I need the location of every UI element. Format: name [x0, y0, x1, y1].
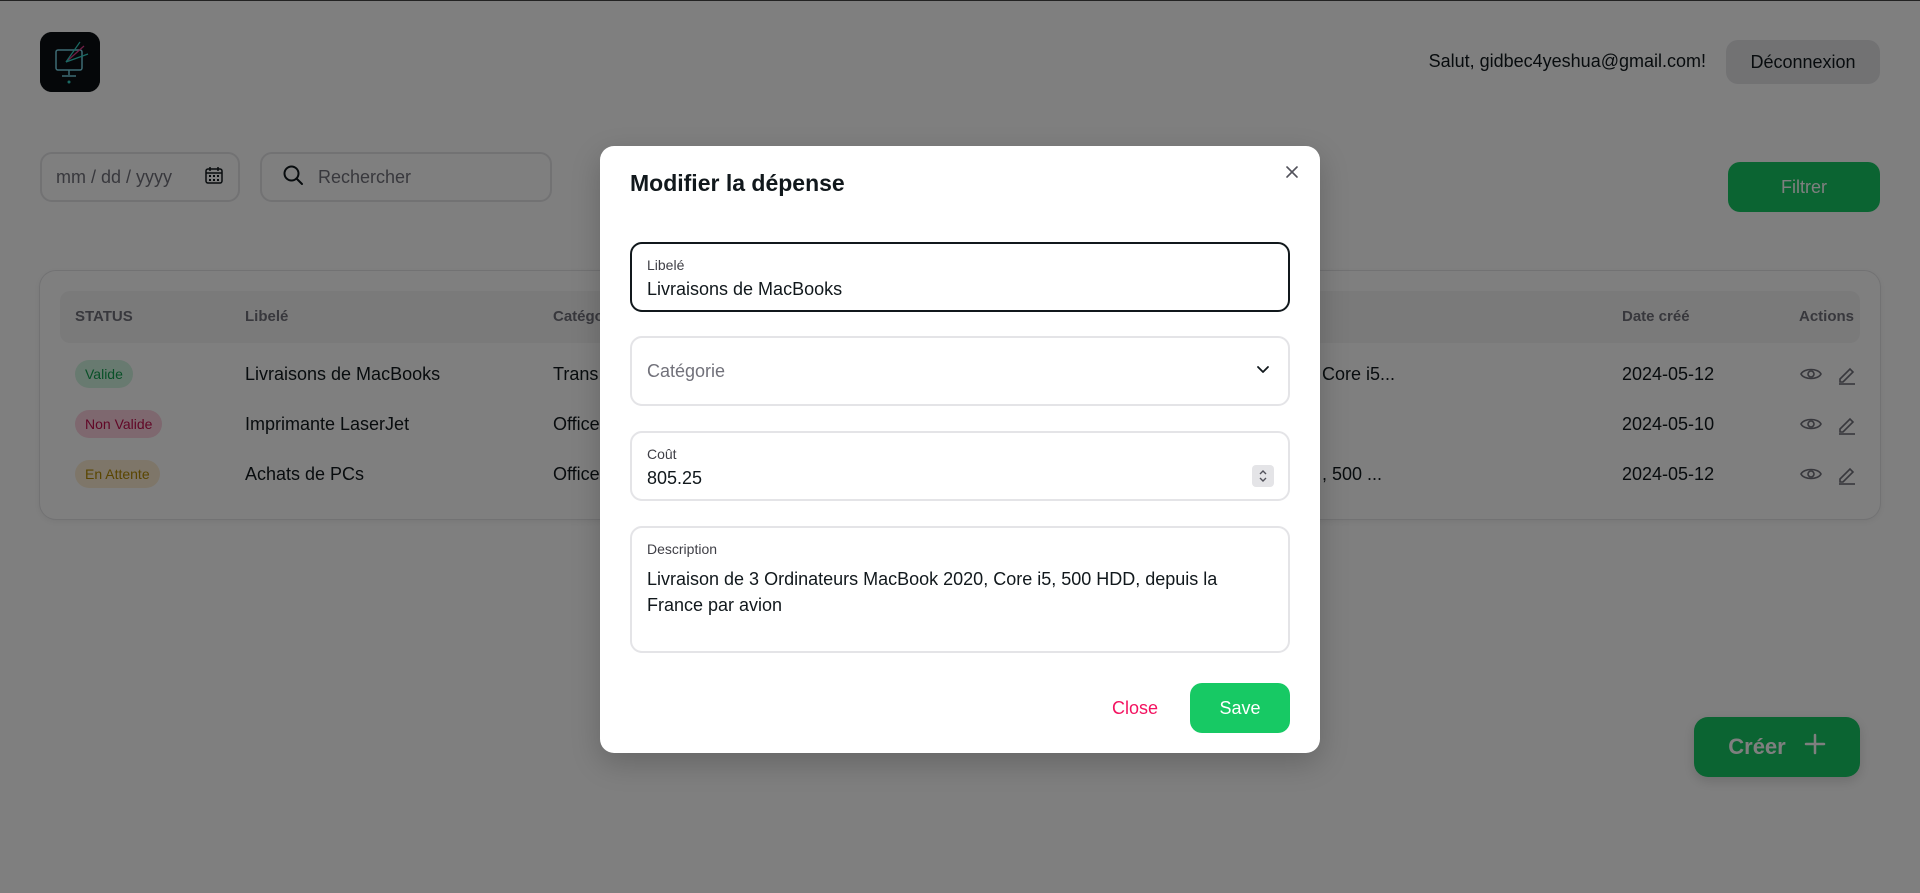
description-field-label: Description [647, 541, 718, 557]
cost-field-value[interactable]: 805.25 [647, 468, 702, 489]
label-field[interactable]: Libelé Livraisons de MacBooks [630, 242, 1290, 312]
edit-expense-modal: Modifier la dépense Libelé Livraisons de… [600, 146, 1320, 753]
close-icon[interactable] [1280, 160, 1304, 184]
modal-title: Modifier la dépense [630, 170, 845, 196]
description-field-value[interactable]: Livraison de 3 Ordinateurs MacBook 2020,… [647, 566, 1267, 618]
save-button[interactable]: Save [1190, 683, 1290, 733]
category-placeholder: Catégorie [647, 361, 726, 381]
description-field[interactable]: Description Livraison de 3 Ordinateurs M… [630, 526, 1290, 653]
label-field-label: Libelé [647, 257, 685, 273]
category-select[interactable]: Catégorie [630, 336, 1290, 406]
cost-field-label: Coût [647, 446, 677, 462]
chevron-down-icon[interactable] [1254, 360, 1272, 378]
cost-field[interactable]: Coût 805.25 [630, 431, 1290, 501]
label-field-value[interactable]: Livraisons de MacBooks [647, 279, 842, 300]
close-button[interactable]: Close [1090, 683, 1180, 733]
spinner-arrows-icon[interactable] [1252, 465, 1274, 487]
